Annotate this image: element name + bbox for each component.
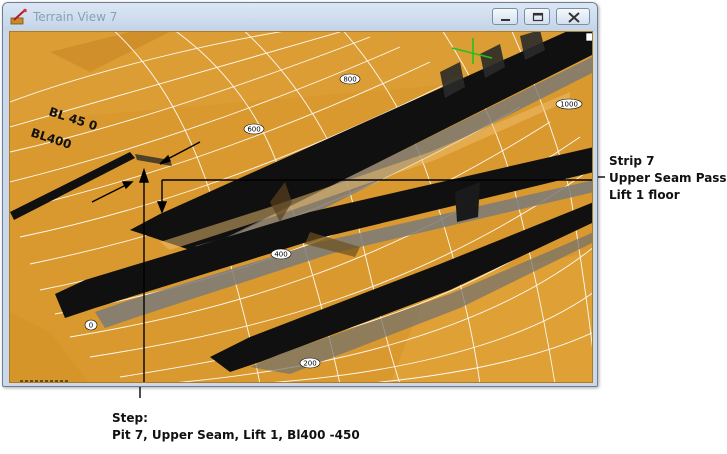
- strip-annotation-line3: Lift 1 floor: [609, 188, 680, 202]
- step-annotation-line2: Pit 7, Upper Seam, Lift 1, Bl400 -450: [112, 428, 360, 442]
- strip-annotation-line1: Strip 7: [609, 154, 655, 168]
- strip-annotation: Strip 7 Upper Seam Pass Lift 1 floor: [609, 153, 727, 204]
- annotation-leaders: [139, 176, 605, 398]
- step-annotation-line1: Step:: [112, 411, 148, 425]
- step-annotation: Step: Pit 7, Upper Seam, Lift 1, Bl400 -…: [112, 410, 360, 444]
- strip-annotation-line2: Upper Seam Pass: [609, 171, 727, 185]
